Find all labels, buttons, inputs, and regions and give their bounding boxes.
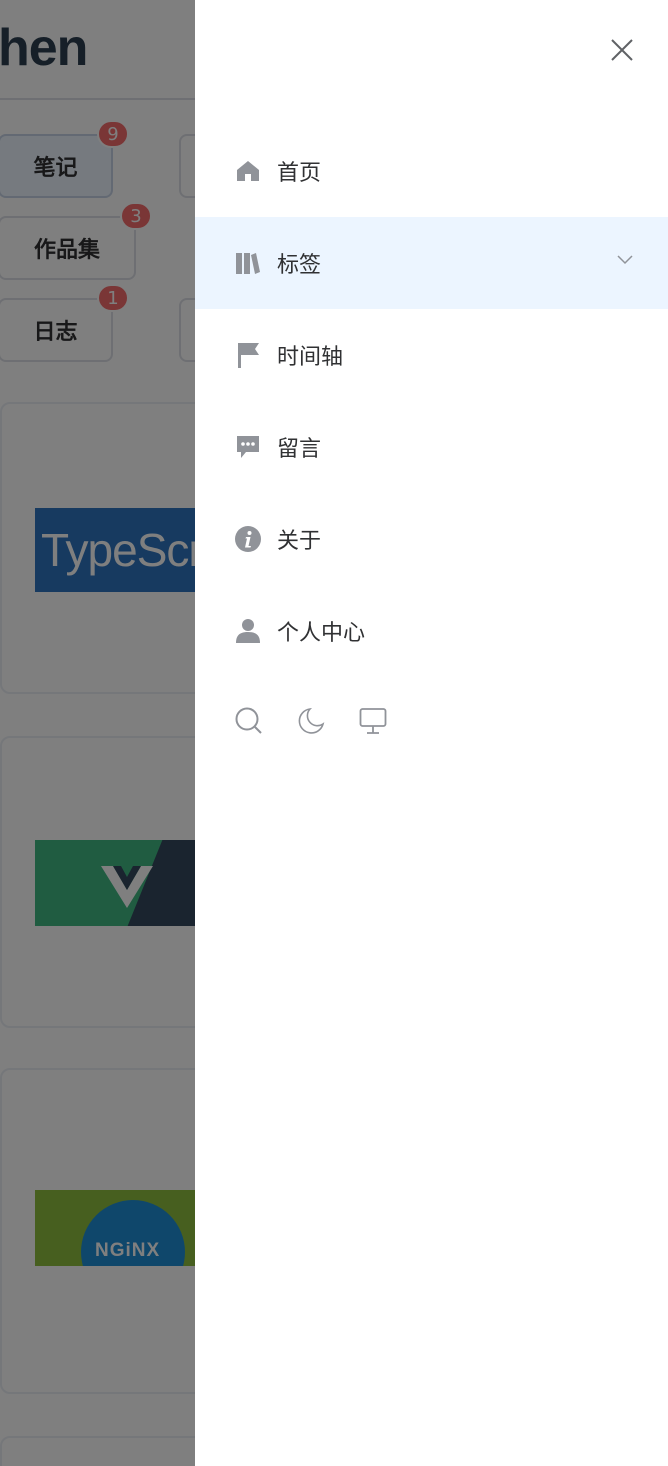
close-button[interactable] [604, 32, 640, 68]
menu-item-label: 首页 [277, 161, 322, 186]
menu-item-timeline[interactable]: 时间轴 [195, 309, 668, 401]
menu-item-label: 个人中心 [277, 621, 366, 646]
monitor-icon [359, 708, 387, 734]
chevron-down-icon[interactable] [616, 251, 634, 269]
close-icon [611, 39, 633, 61]
menu-item-profile[interactable]: 个人中心 [195, 585, 668, 677]
moon-icon [298, 707, 325, 734]
menu-item-about[interactable]: 关于 [195, 493, 668, 585]
menu-item-label: 留言 [277, 437, 322, 462]
menu-item-tags[interactable]: 标签 [195, 217, 668, 309]
menu-item-messages[interactable]: 留言 [195, 401, 668, 493]
chat-bubble-icon [235, 434, 261, 460]
info-icon [235, 526, 261, 552]
dark-mode-toggle[interactable] [297, 706, 325, 736]
home-icon [235, 158, 261, 184]
flag-icon [235, 342, 261, 368]
menu-item-label: 关于 [277, 529, 322, 554]
search-button[interactable] [235, 706, 263, 736]
nav-menu: 首页 标签 时间轴 留言 关于 个人中心 [195, 125, 668, 677]
system-theme-toggle[interactable] [359, 706, 387, 736]
drawer-toolbar [235, 706, 421, 736]
user-icon [235, 618, 261, 644]
menu-item-label: 时间轴 [277, 345, 344, 370]
menu-item-label: 标签 [277, 253, 322, 278]
nav-drawer: 首页 标签 时间轴 留言 关于 个人中心 [195, 0, 668, 1466]
menu-item-home[interactable]: 首页 [195, 125, 668, 217]
search-icon [235, 707, 262, 734]
tags-icon [235, 250, 261, 276]
